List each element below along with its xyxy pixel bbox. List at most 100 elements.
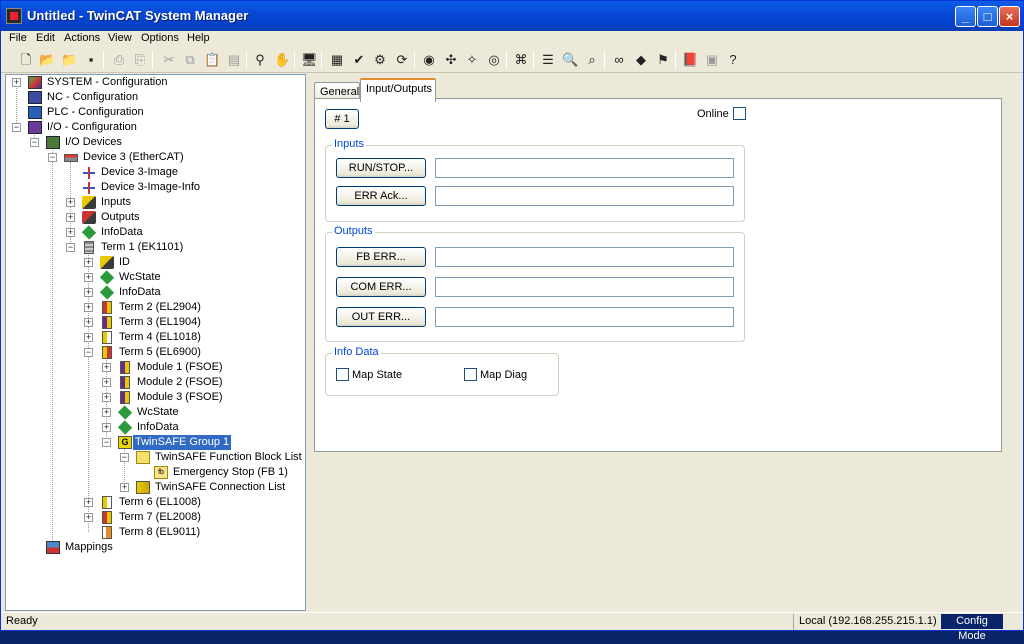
map-state-checkbox[interactable] xyxy=(336,368,349,381)
expand-icon[interactable]: + xyxy=(66,228,75,237)
wand-icon[interactable]: ✧ xyxy=(464,52,480,68)
copy-icon[interactable]: ⧉ xyxy=(182,52,198,68)
out-err-button[interactable]: OUT ERR... xyxy=(336,307,426,327)
list-icon[interactable]: ☰ xyxy=(540,52,556,68)
find-icon[interactable]: ⚲ xyxy=(252,52,268,68)
expand-icon[interactable]: + xyxy=(66,213,75,222)
zoom-box-icon[interactable]: ⌕ xyxy=(584,52,600,68)
restart-icon[interactable]: ⟳ xyxy=(394,52,410,68)
expand-icon[interactable]: + xyxy=(102,423,111,432)
collapse-icon[interactable]: − xyxy=(84,348,93,357)
terminal-icon xyxy=(102,511,112,524)
main-window: Untitled - TwinCAT System Manager _ □ × … xyxy=(0,0,1024,642)
nc-icon xyxy=(28,91,42,104)
expand-icon[interactable]: + xyxy=(102,393,111,402)
zoom-icon[interactable]: 🔍 xyxy=(562,52,578,68)
fb-err-button[interactable]: FB ERR... xyxy=(336,247,426,267)
activate-icon[interactable]: ⚙ xyxy=(372,52,388,68)
expand-icon[interactable]: + xyxy=(84,273,93,282)
collapse-icon[interactable]: − xyxy=(102,438,111,447)
hand-icon[interactable]: ✋ xyxy=(274,52,290,68)
collapse-icon[interactable]: − xyxy=(120,453,129,462)
expand-icon[interactable]: + xyxy=(84,303,93,312)
glasses-icon[interactable]: ∞ xyxy=(611,52,627,68)
tree-item-label: Outputs xyxy=(101,211,140,223)
map-diag-checkbox[interactable] xyxy=(464,368,477,381)
menu-view[interactable]: View xyxy=(108,32,132,44)
run-stop-button[interactable]: RUN/STOP... xyxy=(336,158,426,178)
diag-icon[interactable]: ⚑ xyxy=(655,52,671,68)
menu-help[interactable]: Help xyxy=(187,32,210,44)
collapse-icon[interactable]: − xyxy=(48,153,57,162)
menu-actions[interactable]: Actions xyxy=(64,32,100,44)
minimize-button[interactable]: _ xyxy=(955,6,976,27)
expand-icon[interactable]: + xyxy=(84,288,93,297)
expand-icon[interactable]: + xyxy=(120,483,129,492)
toolbar-separator xyxy=(294,51,295,69)
close-button[interactable]: × xyxy=(999,6,1020,27)
paste-special-icon[interactable]: ▤ xyxy=(226,52,242,68)
monitor-icon[interactable]: 🖥 xyxy=(301,52,318,68)
expand-icon[interactable]: + xyxy=(84,318,93,327)
collapse-icon[interactable]: − xyxy=(12,123,21,132)
expand-icon[interactable]: + xyxy=(66,198,75,207)
plug-icon[interactable]: ⌘ xyxy=(513,52,529,68)
open-folder-icon[interactable]: 📁 xyxy=(61,52,77,68)
collapse-icon[interactable]: − xyxy=(66,243,75,252)
infodata-icon xyxy=(117,420,133,435)
refresh-icon[interactable]: ▣ xyxy=(704,52,720,68)
scan-icon[interactable]: ◉ xyxy=(421,52,437,68)
maximize-button[interactable]: □ xyxy=(977,6,998,27)
twincat-app-icon[interactable] xyxy=(6,8,22,24)
save-icon[interactable]: ▪ xyxy=(83,52,99,68)
infodata-icon xyxy=(99,270,115,285)
status-bar: Ready Local (192.168.255.215.1.1) Config… xyxy=(1,612,1023,642)
expand-icon[interactable]: + xyxy=(102,408,111,417)
online-checkbox[interactable] xyxy=(733,107,746,120)
expand-icon[interactable]: + xyxy=(84,258,93,267)
toolbar-separator xyxy=(506,51,507,69)
expand-icon[interactable]: + xyxy=(102,363,111,372)
fb-err-field[interactable] xyxy=(435,247,734,267)
tree-item-label: InfoData xyxy=(101,226,143,238)
err-ack-button[interactable]: ERR Ack... xyxy=(336,186,426,206)
expand-icon[interactable]: + xyxy=(12,78,21,87)
expand-icon[interactable]: + xyxy=(84,498,93,507)
target-icon[interactable]: ◎ xyxy=(486,52,502,68)
menu-edit[interactable]: Edit xyxy=(36,32,55,44)
build-icon[interactable]: ▦ xyxy=(329,52,345,68)
online-label: Online xyxy=(697,108,729,120)
expand-icon[interactable]: + xyxy=(84,333,93,342)
paste-icon[interactable]: 📋 xyxy=(204,52,220,68)
help-icon[interactable]: ? xyxy=(725,52,741,68)
title-bar[interactable]: Untitled - TwinCAT System Manager _ □ × xyxy=(1,1,1023,31)
menu-file[interactable]: File xyxy=(9,32,27,44)
info-data-group: Info Data Map State Map Diag xyxy=(325,346,559,396)
expand-icon[interactable]: + xyxy=(102,378,111,387)
run-stop-field[interactable] xyxy=(435,158,734,178)
terminal-icon xyxy=(84,241,94,254)
open-icon[interactable]: 📂 xyxy=(39,52,55,68)
new-icon[interactable]: 🗋 xyxy=(18,52,34,68)
tab-input-outputs[interactable]: Input/Outputs xyxy=(360,78,436,102)
configuration-tree[interactable]: + SYSTEM - Configuration NC - Configurat… xyxy=(5,74,306,611)
tree-item-label: Term 2 (EL2904) xyxy=(119,301,201,313)
com-err-button[interactable]: COM ERR... xyxy=(336,277,426,297)
online-icon[interactable]: ◆ xyxy=(633,52,649,68)
number-button[interactable]: # 1 xyxy=(325,109,359,129)
book-icon[interactable]: 📕 xyxy=(682,52,698,68)
module-icon xyxy=(120,391,130,404)
cut-icon[interactable]: ✂ xyxy=(161,52,177,68)
print-preview-icon[interactable]: ⎘ xyxy=(132,52,148,68)
collapse-icon[interactable]: − xyxy=(30,138,39,147)
print-icon[interactable]: ⎙ xyxy=(111,52,127,68)
check-icon[interactable]: ✔ xyxy=(351,52,367,68)
com-err-field[interactable] xyxy=(435,277,734,297)
expand-icon[interactable]: + xyxy=(84,513,93,522)
tree-item-label-selected: TwinSAFE Group 1 xyxy=(133,435,232,450)
menu-options[interactable]: Options xyxy=(141,32,179,44)
out-err-field[interactable] xyxy=(435,307,734,327)
err-ack-field[interactable] xyxy=(435,186,734,206)
restart-config-icon[interactable]: ✣ xyxy=(443,52,459,68)
tree-item-label: Term 1 (EK1101) xyxy=(101,241,184,253)
